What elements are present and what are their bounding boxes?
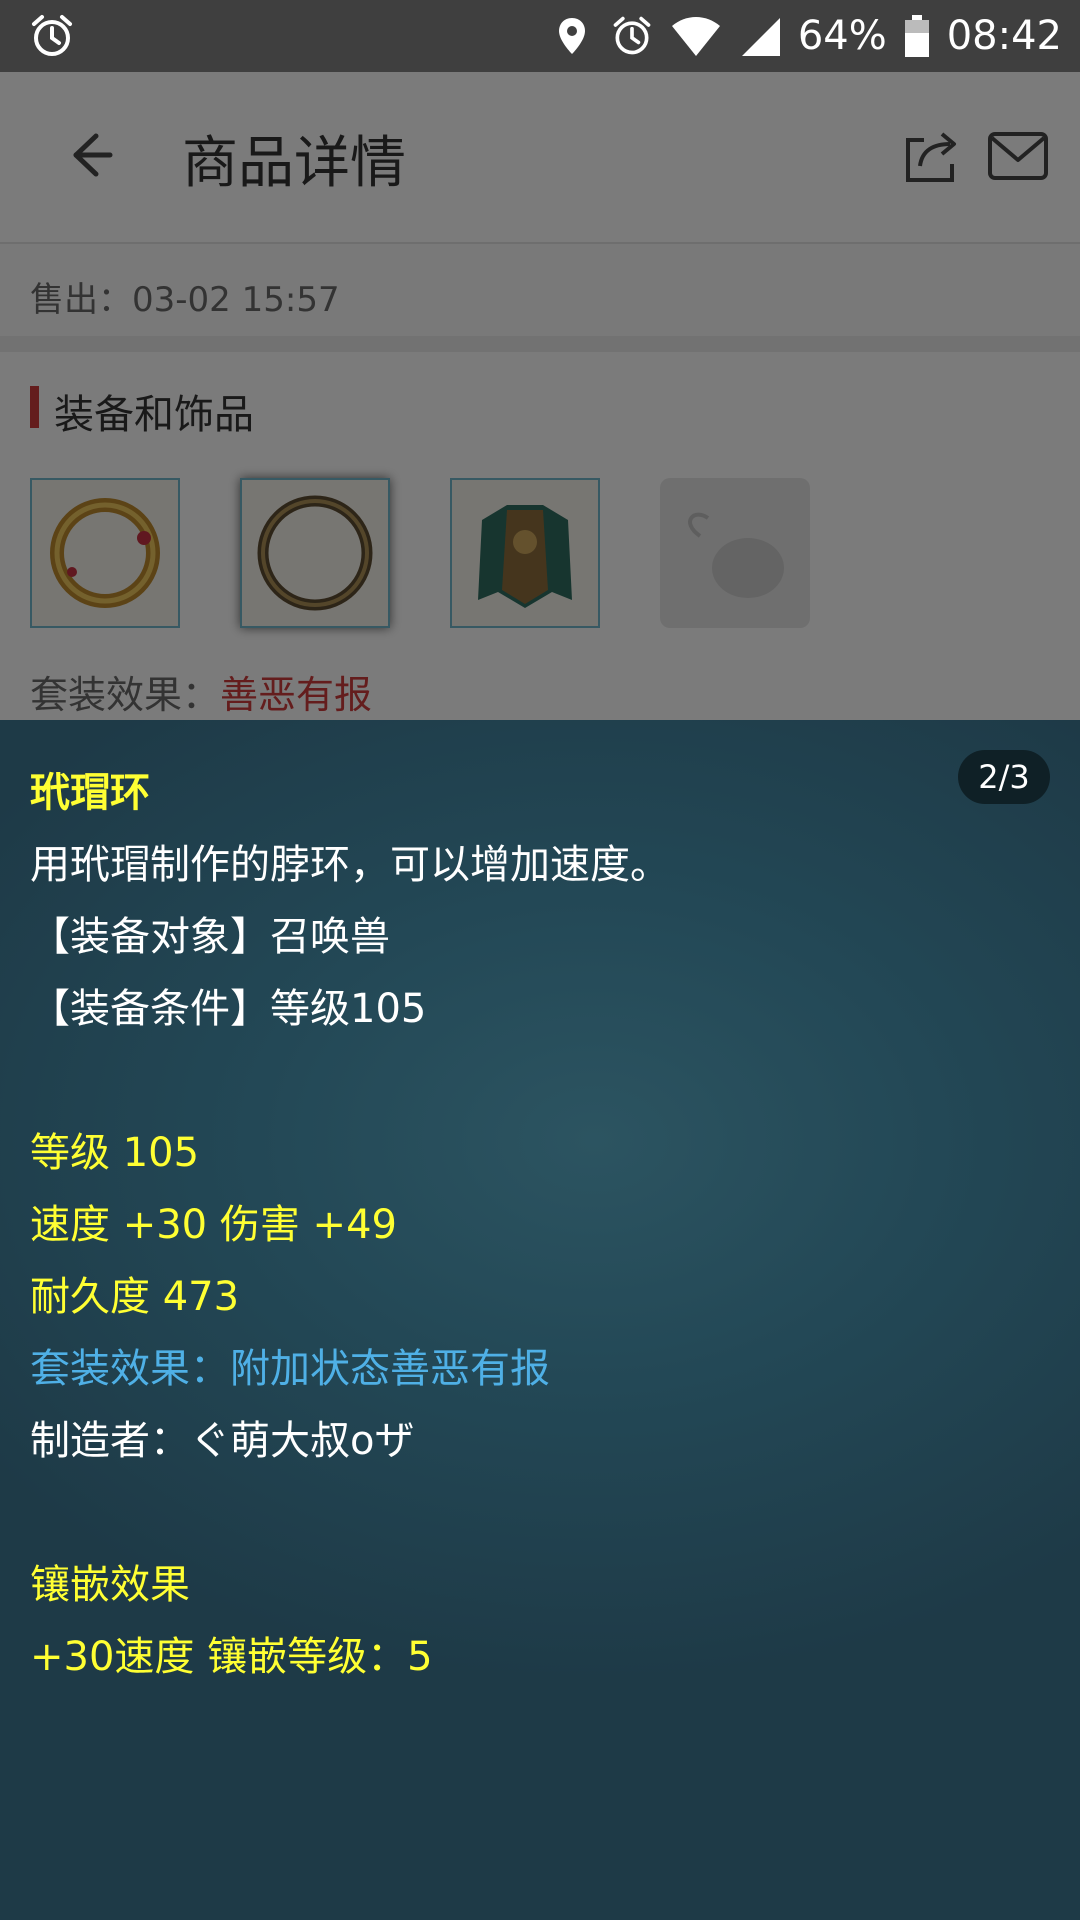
dim-overlay[interactable] <box>0 72 1080 720</box>
equip-target: 【装备对象】召唤兽 <box>30 914 390 960</box>
alarm-icon <box>613 16 651 55</box>
clock-time: 08:42 <box>946 13 1062 59</box>
status-right: 64% 08:42 <box>550 0 1062 72</box>
app-screen: 64% 08:42 商品详情 售出：03-02 15:57 <box>0 0 1080 1920</box>
page-indicator: 2/3 <box>958 750 1050 804</box>
item-set-effect: 套装效果：附加状态善恶有报 <box>30 1346 550 1392</box>
item-description: 用玳瑁制作的脖环，可以增加速度。 <box>30 842 670 888</box>
signal-icon <box>741 18 780 56</box>
item-durability: 耐久度 473 <box>30 1274 240 1320</box>
item-maker: 制造者：ぐ萌大叔oザ <box>30 1418 415 1464</box>
inlay-title: 镶嵌效果 <box>30 1562 190 1608</box>
item-level: 等级 105 <box>30 1130 200 1176</box>
battery-percent: 64% <box>797 13 887 59</box>
wifi-icon <box>671 17 720 56</box>
equip-condition: 【装备条件】等级105 <box>30 986 427 1032</box>
alarm-icon <box>32 15 72 56</box>
item-detail-panel: 2/3 玳瑁环 用玳瑁制作的脖环，可以增加速度。 【装备对象】召唤兽 【装备条件… <box>0 720 1080 1920</box>
location-icon <box>558 18 585 54</box>
item-stats: 速度 +30 伤害 +49 <box>30 1202 397 1248</box>
inlay-detail: +30速度 镶嵌等级：5 <box>30 1634 433 1680</box>
item-name: 玳瑁环 <box>30 770 150 816</box>
battery-icon <box>904 15 929 57</box>
status-bar: 64% 08:42 <box>0 0 1080 72</box>
